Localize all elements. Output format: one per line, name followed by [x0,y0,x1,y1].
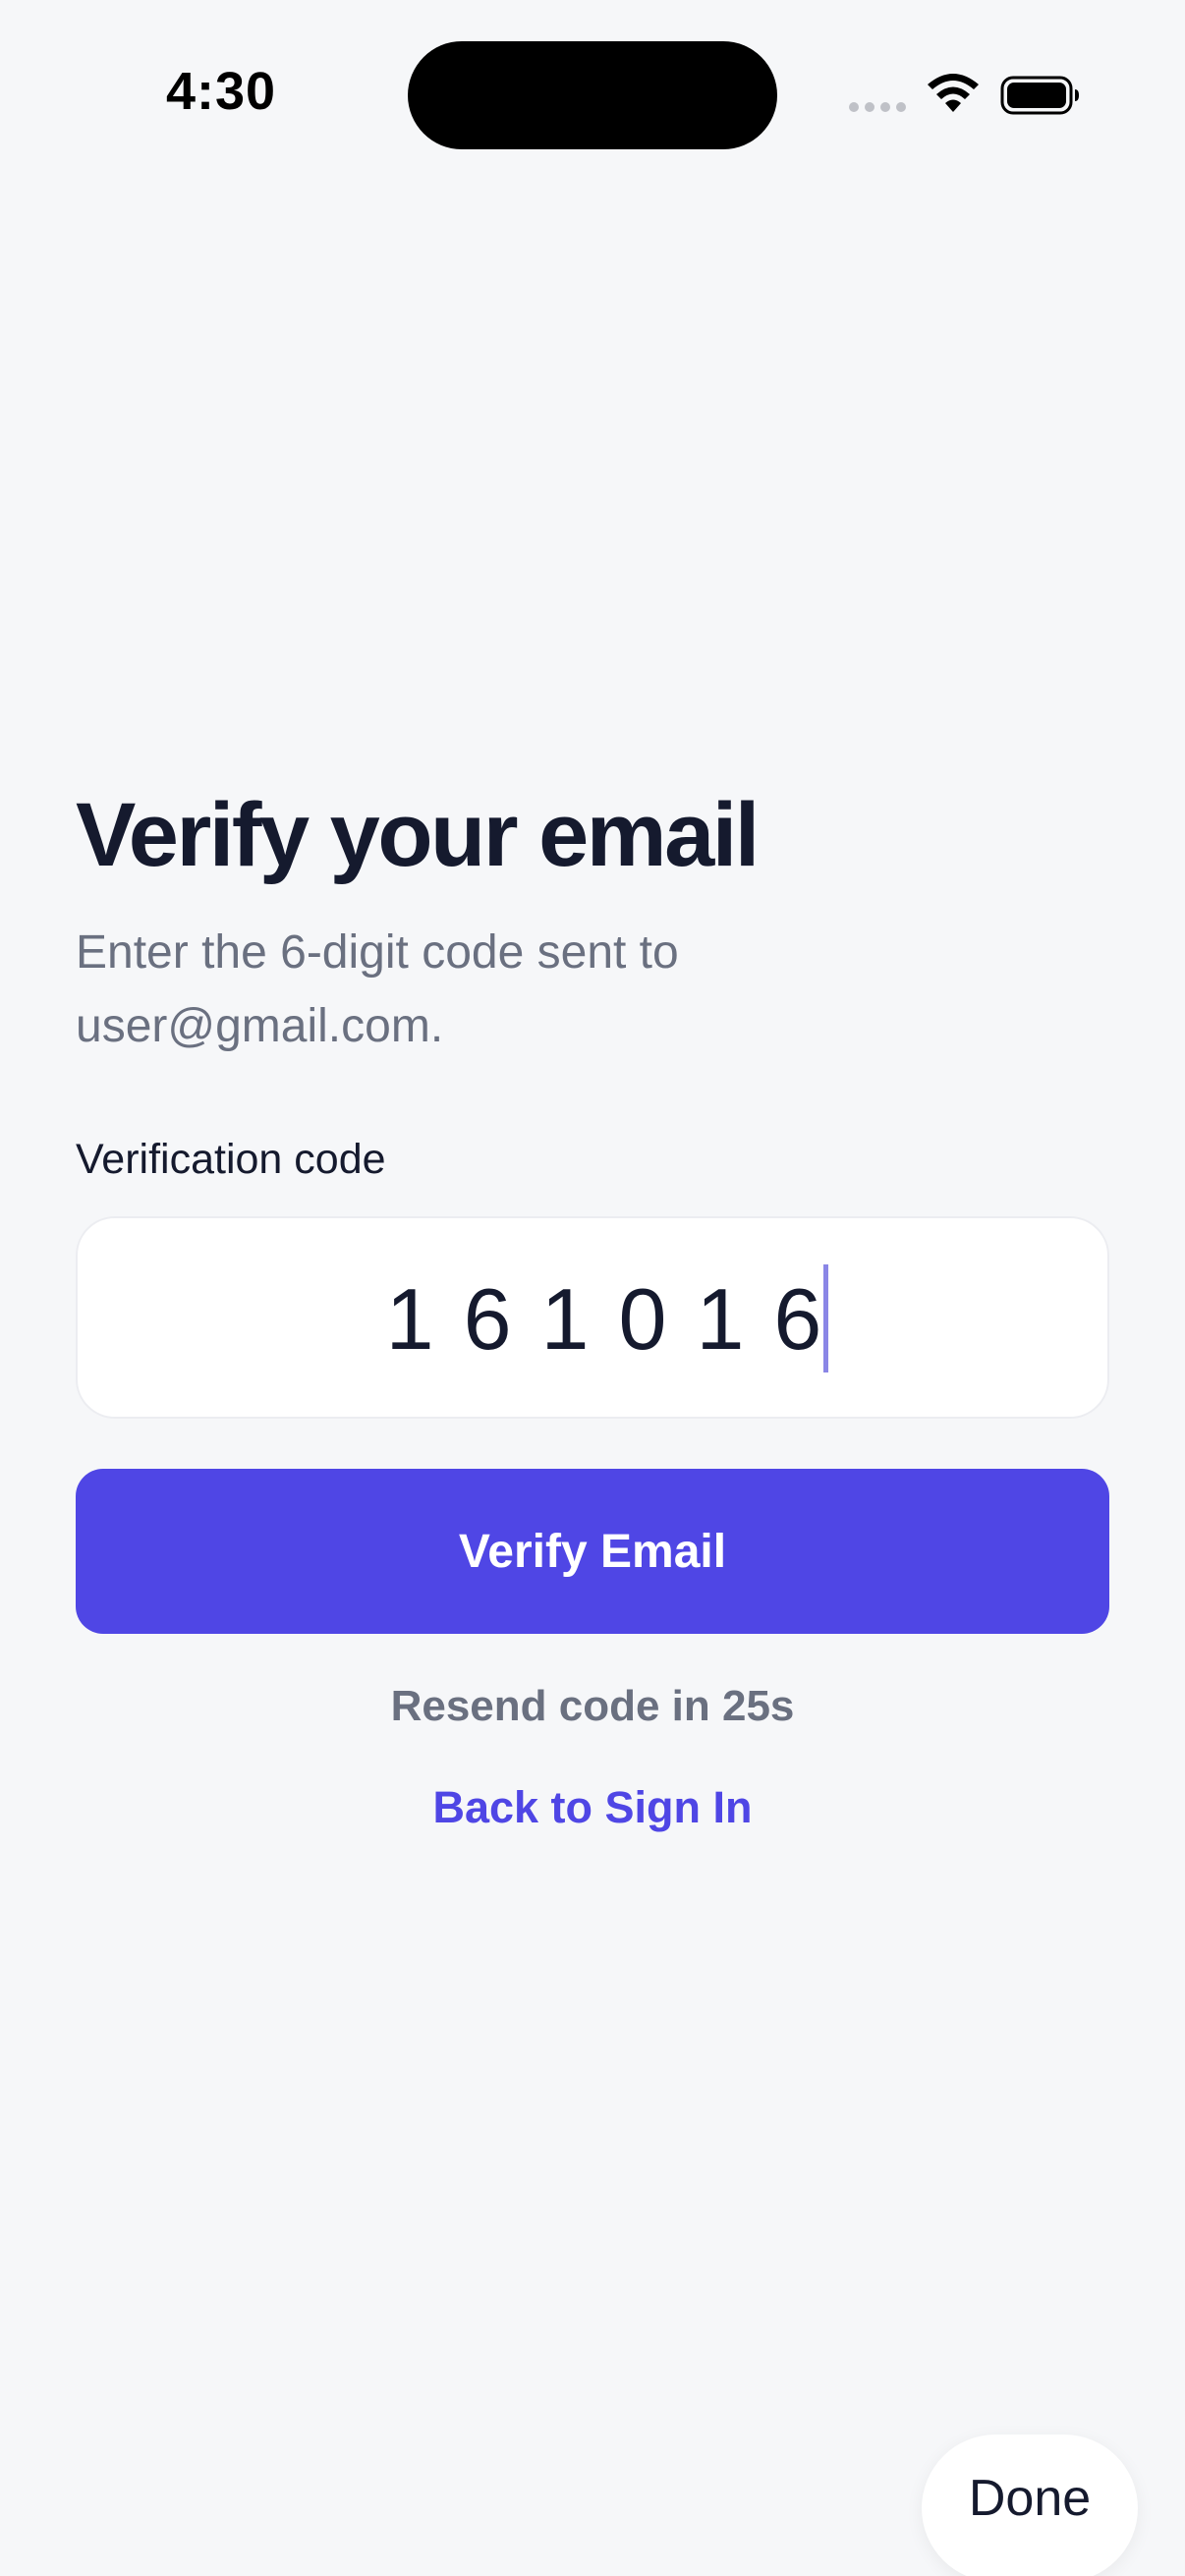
resend-countdown-text: Resend code in 25s [390,1682,795,1730]
dynamic-island [408,41,777,149]
verify-email-button[interactable]: Verify Email [76,1469,1109,1634]
verify-email-button-label: Verify Email [458,1525,727,1578]
cellular-signal-icon [849,102,906,112]
verification-code-value: 161016 [385,1270,852,1368]
keyboard-done-label: Done [968,2470,1092,2527]
page-subtitle: Enter the 6-digit code sent to user@gmai… [76,926,679,1052]
wifi-icon [928,74,979,112]
verification-code-input[interactable]: 161016 [76,1216,1109,1419]
status-bar-time: 4:30 [165,62,277,121]
verification-code-label: Verification code [76,1136,386,1183]
text-caret [823,1264,829,1372]
keyboard-done-button[interactable]: Done [922,2435,1138,2576]
page-title: Verify your email [76,785,760,885]
back-to-sign-in-link[interactable]: Back to Sign In [0,1782,1185,1833]
verify-email-screen: 4:30 Verify your email Enter the 6-digit… [0,0,1185,2576]
battery-icon [1000,76,1079,115]
